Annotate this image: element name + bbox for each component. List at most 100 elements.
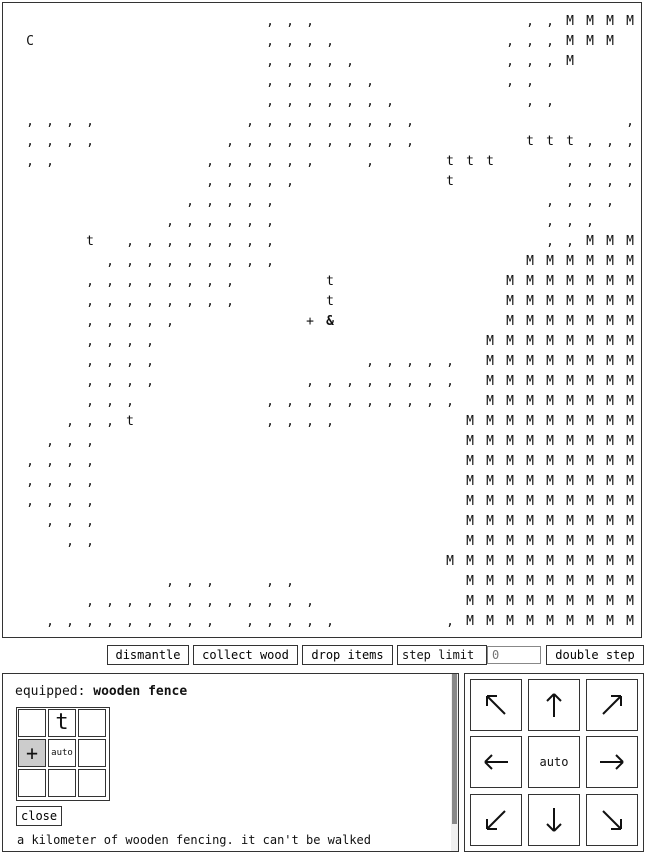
move-down-button[interactable] (528, 794, 580, 846)
panel-scrollbar[interactable] (451, 674, 458, 851)
grass-tile: , (106, 274, 114, 289)
mountain-tile: M (586, 554, 594, 569)
grid-cell-empty[interactable] (78, 709, 106, 737)
mountain-tile: M (486, 394, 494, 409)
collect-wood-button[interactable]: collect wood (193, 645, 298, 665)
move-up-right-button[interactable] (586, 679, 638, 731)
grass-tile: , (526, 54, 534, 69)
mountain-tile: M (566, 534, 574, 549)
mountain-tile: M (606, 34, 614, 49)
mountain-tile: M (486, 454, 494, 469)
grass-tile: , (66, 534, 74, 549)
grid-cell-empty[interactable] (18, 769, 46, 797)
grass-tile: , (326, 34, 334, 49)
mountain-tile: M (486, 614, 494, 629)
auto-button[interactable]: auto (528, 736, 580, 788)
grass-tile: , (126, 394, 134, 409)
grass-tile: , (366, 74, 374, 89)
mountain-tile: M (586, 374, 594, 389)
mountain-tile: M (606, 434, 614, 449)
mountain-tile: M (586, 474, 594, 489)
move-up-button[interactable] (528, 679, 580, 731)
grass-tile: , (326, 414, 334, 429)
mountain-tile: M (606, 394, 614, 409)
grid-cell-empty[interactable] (48, 769, 76, 797)
grass-tile: , (286, 54, 294, 69)
scrollbar-thumb[interactable] (452, 674, 457, 824)
grass-tile: , (186, 294, 194, 309)
move-right-button[interactable] (586, 736, 638, 788)
mountain-tile: M (626, 314, 634, 329)
grid-cell-empty[interactable] (78, 739, 106, 767)
grass-tile: , (66, 114, 74, 129)
grass-tile: , (126, 594, 134, 609)
grass-tile: , (526, 94, 534, 109)
grid-cell-empty[interactable] (78, 769, 106, 797)
mountain-tile: M (486, 514, 494, 529)
mountain-tile: M (626, 414, 634, 429)
grass-tile: , (326, 374, 334, 389)
build-grid: t + auto (16, 707, 110, 801)
grass-tile: , (246, 254, 254, 269)
grass-tile: , (166, 214, 174, 229)
grass-tile: , (346, 54, 354, 69)
grass-tile: , (166, 314, 174, 329)
grass-tile: , (406, 394, 414, 409)
grass-tile: , (166, 574, 174, 589)
grass-tile: , (386, 114, 394, 129)
grass-tile: , (266, 54, 274, 69)
grid-cell-fence[interactable]: + (18, 739, 46, 767)
grass-tile: , (166, 594, 174, 609)
mountain-tile: M (586, 294, 594, 309)
grass-tile: , (326, 614, 334, 629)
grass-tile: , (46, 454, 54, 469)
grass-tile: , (66, 134, 74, 149)
grid-cell-empty[interactable] (18, 709, 46, 737)
move-up-left-button[interactable] (470, 679, 522, 731)
mountain-tile: M (586, 514, 594, 529)
grass-tile: , (286, 414, 294, 429)
grass-tile: , (206, 254, 214, 269)
mountain-tile: M (546, 294, 554, 309)
double-step-button[interactable]: double step (546, 645, 644, 665)
grass-tile: , (346, 114, 354, 129)
arrow-down-right-icon (602, 810, 622, 830)
grass-tile: , (306, 394, 314, 409)
dismantle-button[interactable]: dismantle (107, 645, 189, 665)
mountain-tile: M (506, 334, 514, 349)
mountain-tile: M (566, 474, 574, 489)
grass-tile: , (66, 474, 74, 489)
mountain-tile: M (546, 374, 554, 389)
mountain-tile: M (546, 354, 554, 369)
step-limit-input[interactable] (487, 646, 541, 664)
grass-tile: , (446, 374, 454, 389)
grid-cell-auto[interactable]: auto (48, 739, 76, 767)
mountain-tile: M (586, 494, 594, 509)
move-down-left-button[interactable] (470, 794, 522, 846)
mountain-tile: M (526, 354, 534, 369)
grass-tile: , (126, 314, 134, 329)
grass-tile: , (206, 294, 214, 309)
move-left-button[interactable] (470, 736, 522, 788)
grass-tile: , (246, 114, 254, 129)
mountain-tile: M (546, 454, 554, 469)
grass-tile: , (66, 514, 74, 529)
arrow-down-left-icon (486, 810, 506, 830)
grid-cell-tree[interactable]: t (48, 709, 76, 737)
grass-tile: , (186, 234, 194, 249)
close-button[interactable]: close (16, 806, 63, 826)
mountain-tile: M (466, 474, 474, 489)
mountain-tile: M (626, 254, 634, 269)
drop-items-button[interactable]: drop items (302, 645, 393, 665)
grass-tile: , (306, 94, 314, 109)
grass-tile: , (246, 214, 254, 229)
move-down-right-button[interactable] (586, 794, 638, 846)
mountain-tile: M (526, 434, 534, 449)
grass-tile: , (546, 34, 554, 49)
mountain-tile: M (606, 574, 614, 589)
tree-tile: t (486, 154, 494, 169)
grass-tile: , (146, 314, 154, 329)
mountain-tile: M (606, 494, 614, 509)
mountain-tile: M (526, 334, 534, 349)
grass-tile: , (286, 154, 294, 169)
